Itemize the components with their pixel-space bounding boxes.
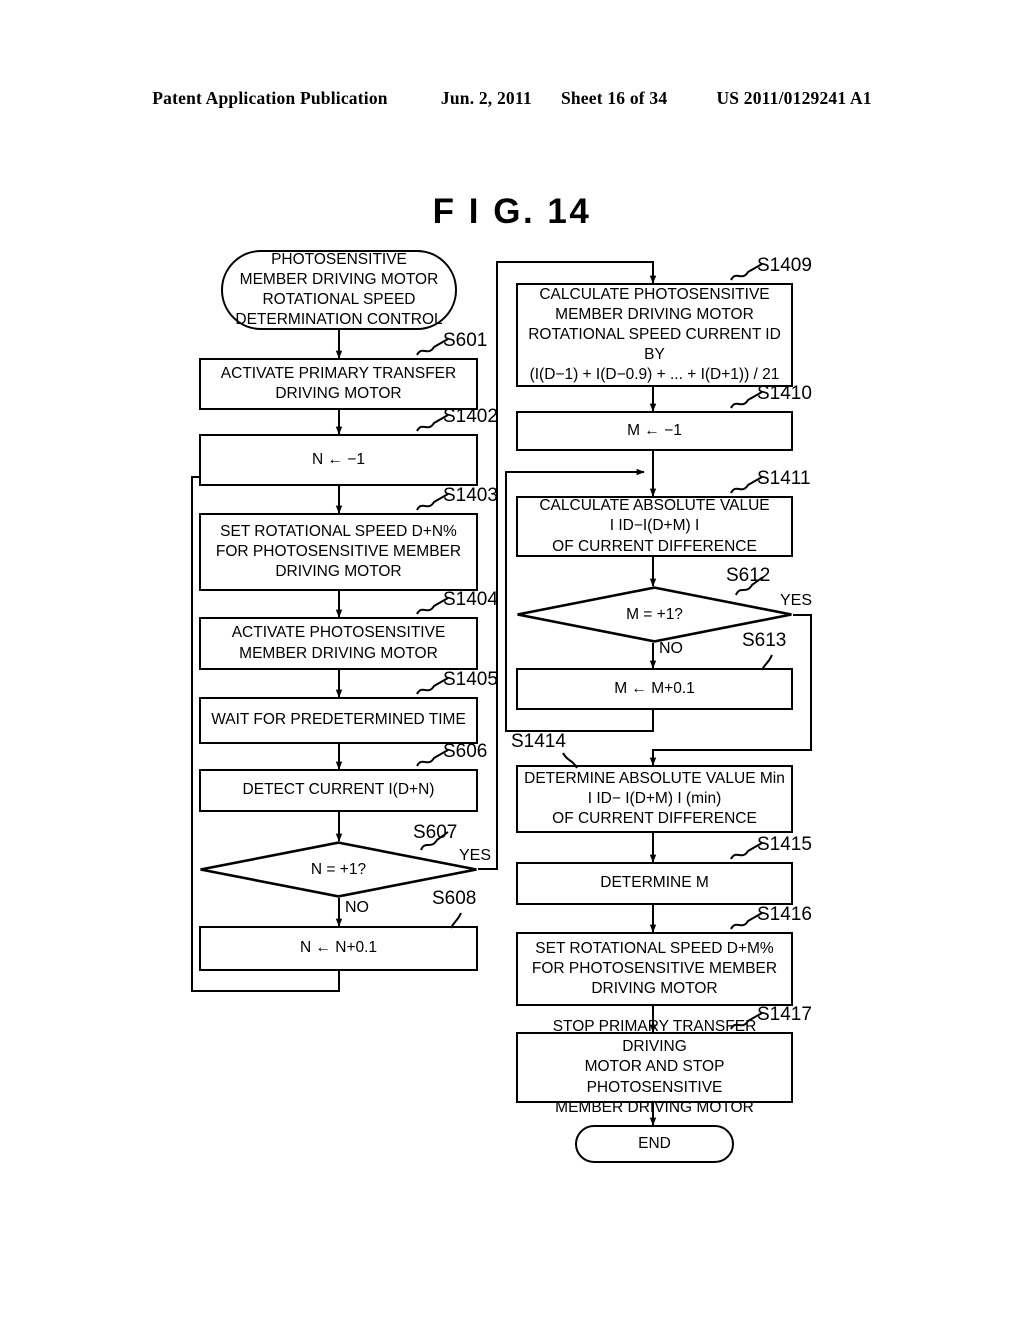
step-s601-box: ACTIVATE PRIMARY TRANSFER DRIVING MOTOR xyxy=(199,358,478,410)
leader-s608 xyxy=(450,912,462,929)
step-s1414-box: DETERMINE ABSOLUTE VALUE Min I ID− I(D+M… xyxy=(516,765,793,833)
end-terminal-label: END xyxy=(638,1135,671,1153)
step-s1403-label: SET ROTATIONAL SPEED D+N% FOR PHOTOSENSI… xyxy=(215,522,462,581)
step-s1409-box: CALCULATE PHOTOSENSITIVE MEMBER DRIVING … xyxy=(516,283,793,387)
leader-s613 xyxy=(761,654,773,671)
step-s1411-box: CALCULATE ABSOLUTE VALUE I ID−I(D+M) I O… xyxy=(516,496,793,557)
step-s1409-label: CALCULATE PHOTOSENSITIVE MEMBER DRIVING … xyxy=(528,285,781,384)
step-s613-box: M ← M+0.1 xyxy=(516,668,793,710)
branch-label-s607-no: NO xyxy=(345,899,369,916)
step-s1416-label: SET ROTATIONAL SPEED D+M% FOR PHOTOSENSI… xyxy=(531,939,778,998)
step-s1402-box: N ← −1 xyxy=(199,434,478,486)
step-ref-s606: S606 xyxy=(443,741,488,762)
start-terminal-label: PHOTOSENSITIVE MEMBER DRIVING MOTOR ROTA… xyxy=(235,251,443,328)
step-s1410-box: M ← −1 xyxy=(516,411,793,451)
step-s613-label: M ← M+0.1 xyxy=(614,679,695,697)
step-s1410-label: M ← −1 xyxy=(627,421,682,439)
step-ref-s1416: S1416 xyxy=(757,904,812,925)
flowchart-connectors xyxy=(191,261,812,1126)
step-s601-label: ACTIVATE PRIMARY TRANSFER DRIVING MOTOR xyxy=(220,364,457,402)
step-ref-s1402: S1402 xyxy=(443,406,498,427)
branch-label-s607-yes: YES xyxy=(459,847,492,864)
step-s1405-label: WAIT FOR PREDETERMINED TIME xyxy=(211,711,466,729)
end-terminal: END xyxy=(575,1125,734,1163)
flowchart-diagram: PHOTOSENSITIVE MEMBER DRIVING MOTOR ROTA… xyxy=(0,0,1024,1320)
step-ref-s601: S601 xyxy=(443,330,488,351)
step-ref-s607: S607 xyxy=(413,822,458,843)
step-s1416-box: SET ROTATIONAL SPEED D+M% FOR PHOTOSENSI… xyxy=(516,932,793,1006)
step-ref-s1403: S1403 xyxy=(443,485,498,506)
step-ref-s1417: S1417 xyxy=(757,1004,812,1025)
step-ref-s1414: S1414 xyxy=(511,731,566,752)
branch-label-s612-yes: YES xyxy=(780,592,813,609)
step-s1415-box: DETERMINE M xyxy=(516,862,793,905)
step-ref-s1411: S1411 xyxy=(757,468,811,489)
step-ref-s608: S608 xyxy=(432,888,477,909)
step-s1403-box: SET ROTATIONAL SPEED D+N% FOR PHOTOSENSI… xyxy=(199,513,478,591)
leader-s1414 xyxy=(562,752,578,769)
step-ref-s1415: S1415 xyxy=(757,834,812,855)
branch-label-s612-no: NO xyxy=(659,640,683,657)
step-s608-box: N ← N+0.1 xyxy=(199,926,478,971)
step-s1402-label: N ← −1 xyxy=(312,450,365,468)
step-ref-s1404: S1404 xyxy=(443,589,498,610)
step-ref-s1409: S1409 xyxy=(757,255,812,276)
start-terminal: PHOTOSENSITIVE MEMBER DRIVING MOTOR ROTA… xyxy=(221,250,457,330)
step-ref-s612: S612 xyxy=(726,565,771,586)
step-s608-label: N ← N+0.1 xyxy=(299,939,378,957)
step-s1404-box: ACTIVATE PHOTOSENSITIVE MEMBER DRIVING M… xyxy=(199,617,478,670)
step-s1415-label: DETERMINE M xyxy=(600,874,709,892)
step-s1404-label: ACTIVATE PHOTOSENSITIVE MEMBER DRIVING M… xyxy=(231,624,446,662)
step-ref-s1405: S1405 xyxy=(443,669,498,690)
step-s606-box: DETECT CURRENT I(D+N) xyxy=(199,769,478,812)
step-ref-s1410: S1410 xyxy=(757,383,812,404)
step-s606-label: DETECT CURRENT I(D+N) xyxy=(242,781,435,799)
step-ref-s613: S613 xyxy=(742,630,787,651)
step-s1417-box: STOP PRIMARY TRANSFER DRIVING MOTOR AND … xyxy=(516,1018,793,1116)
step-s1414-label: DETERMINE ABSOLUTE VALUE Min I ID− I(D+M… xyxy=(524,769,785,828)
step-s1405-box: WAIT FOR PREDETERMINED TIME xyxy=(199,697,478,744)
step-s1411-label: CALCULATE ABSOLUTE VALUE I ID−I(D+M) I O… xyxy=(539,497,770,555)
